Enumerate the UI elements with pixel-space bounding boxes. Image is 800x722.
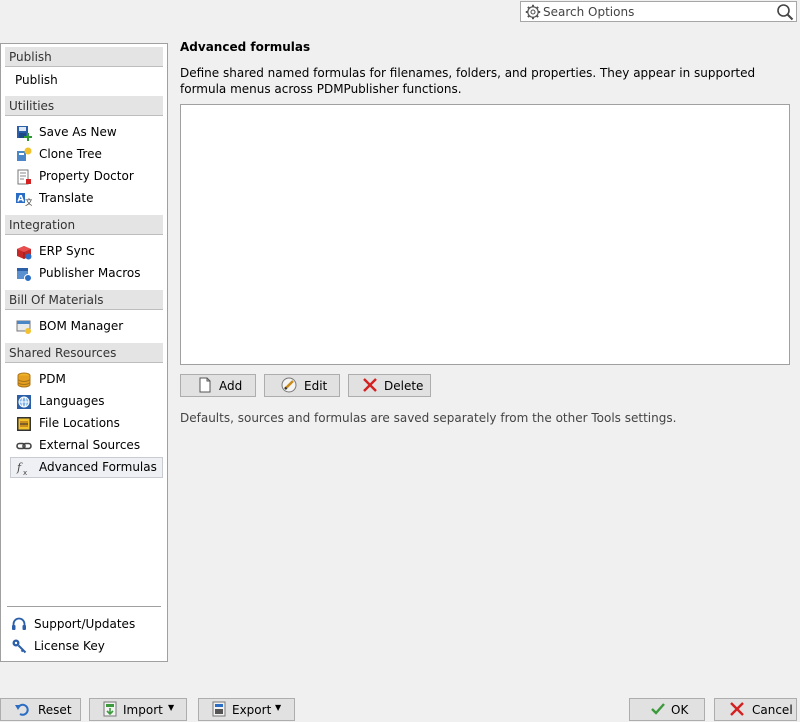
- search-input[interactable]: [543, 3, 773, 20]
- sidebar-item-publisher-macros[interactable]: Publisher Macros: [10, 263, 163, 284]
- save-as-new-icon: [17, 126, 32, 141]
- page-description: Define shared named formulas for filenam…: [180, 66, 756, 96]
- property-doctor-icon: [17, 169, 31, 185]
- sidebar-item-label: PDM: [39, 372, 66, 386]
- sidebar-item-label: Translate: [39, 191, 94, 205]
- add-button-label: Add: [219, 379, 243, 393]
- dropdown-caret-icon: ▼: [275, 703, 282, 712]
- pencil-icon: [281, 377, 297, 393]
- sidebar-item-label: Property Doctor: [39, 169, 134, 183]
- sidebar-divider: [7, 606, 161, 607]
- delete-x-icon: [363, 378, 377, 392]
- settings-note: Defaults, sources and formulas are saved…: [180, 411, 677, 425]
- edit-button-label: Edit: [304, 379, 328, 393]
- check-icon: [651, 703, 665, 715]
- reset-button-label: Reset: [38, 703, 72, 717]
- sidebar-item-languages[interactable]: Languages: [10, 391, 163, 412]
- bom-manager-icon: [16, 320, 31, 334]
- sidebar-item-save-as-new[interactable]: Save As New: [10, 122, 163, 143]
- sidebar-item-label: Languages: [39, 394, 105, 408]
- erp-sync-icon: [17, 246, 32, 260]
- publisher-macros-icon: [17, 268, 32, 282]
- group-header-shared-resources: Shared Resources: [5, 343, 163, 363]
- sidebar-item-erp-sync[interactable]: ERP Sync: [10, 241, 163, 262]
- sidebar-item-label: Save As New: [39, 125, 117, 139]
- group-header-integration: Integration: [5, 215, 163, 235]
- page-title: Advanced formulas: [180, 40, 311, 54]
- database-icon: [17, 372, 31, 388]
- sidebar-item-file-locations[interactable]: File Locations: [10, 413, 163, 434]
- reset-button[interactable]: Reset: [0, 698, 81, 721]
- delete-button[interactable]: Delete: [348, 374, 431, 397]
- clone-tree-icon: [17, 147, 32, 161]
- formula-icon: f x: [16, 461, 27, 476]
- sidebar-item-label: BOM Manager: [39, 319, 124, 333]
- gear-icon: [525, 4, 541, 20]
- export-button-label: Export: [232, 703, 272, 717]
- languages-icon: [17, 395, 31, 409]
- new-document-icon: [199, 377, 211, 393]
- sidebar-item-label: License Key: [34, 639, 105, 653]
- ok-button[interactable]: OK: [629, 698, 705, 721]
- import-button-label: Import: [123, 703, 163, 717]
- key-icon: [12, 639, 27, 654]
- group-header-bill-of-materials: Bill Of Materials: [5, 290, 163, 310]
- cancel-button-label: Cancel: [752, 703, 793, 717]
- svg-text:x: x: [23, 469, 27, 476]
- edit-button[interactable]: Edit: [264, 374, 340, 397]
- sidebar-item-advanced-formulas[interactable]: f x Advanced Formulas: [10, 457, 163, 478]
- sidebar-item-translate[interactable]: A 文 Translate: [10, 188, 163, 209]
- ok-button-label: OK: [671, 703, 689, 717]
- delete-button-label: Delete: [384, 379, 424, 393]
- import-icon: [103, 701, 117, 717]
- sidebar-item-label: External Sources: [39, 438, 141, 452]
- svg-text:文: 文: [25, 197, 32, 207]
- export-icon: [212, 701, 226, 717]
- dropdown-caret-icon: ▼: [168, 703, 175, 712]
- search-options-box[interactable]: [520, 1, 797, 22]
- sidebar: Publish Publish Utilities Save As New Cl…: [0, 43, 168, 662]
- svg-text:f: f: [16, 461, 23, 474]
- cancel-button[interactable]: Cancel: [714, 698, 797, 721]
- sidebar-item-label: Clone Tree: [39, 147, 102, 161]
- sidebar-item-label: Support/Updates: [34, 617, 136, 631]
- headset-icon: [12, 617, 26, 630]
- sidebar-item-publish[interactable]: Publish: [10, 70, 163, 91]
- sidebar-item-label: Advanced Formulas: [39, 460, 157, 474]
- link-icon: [16, 442, 32, 450]
- sidebar-item-label: ERP Sync: [39, 244, 95, 258]
- import-button[interactable]: Import ▼: [89, 698, 187, 721]
- undo-icon: [15, 703, 29, 716]
- add-button[interactable]: Add: [180, 374, 256, 397]
- svg-text:A: A: [17, 195, 24, 205]
- sidebar-item-label: File Locations: [39, 416, 120, 430]
- sidebar-item-external-sources[interactable]: External Sources: [10, 435, 163, 456]
- export-button[interactable]: Export ▼: [198, 698, 295, 721]
- close-icon: [730, 702, 744, 716]
- search-icon[interactable]: [776, 3, 794, 21]
- group-header-utilities: Utilities: [5, 96, 163, 116]
- sidebar-item-clone-tree[interactable]: Clone Tree: [10, 144, 163, 165]
- sidebar-item-label: Publish: [15, 73, 58, 87]
- file-locations-icon: [17, 417, 31, 431]
- group-header-publish: Publish: [5, 47, 163, 67]
- translate-icon: A 文: [16, 193, 32, 207]
- sidebar-item-property-doctor[interactable]: Property Doctor: [10, 166, 163, 187]
- sidebar-item-pdm[interactable]: PDM: [10, 369, 163, 390]
- sidebar-item-bom-manager[interactable]: BOM Manager: [10, 316, 163, 337]
- sidebar-item-label: Publisher Macros: [39, 266, 141, 280]
- formula-list[interactable]: [180, 104, 790, 365]
